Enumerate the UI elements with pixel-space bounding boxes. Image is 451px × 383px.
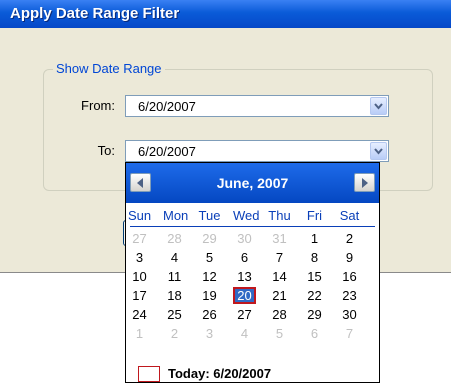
calendar-day[interactable]: 6 <box>303 325 326 342</box>
calendar-day[interactable]: 24 <box>128 306 151 323</box>
calendar-day[interactable]: 7 <box>268 249 291 266</box>
day-of-week-sat: Sat <box>339 208 360 223</box>
calendar-day[interactable]: 5 <box>198 249 221 266</box>
calendar-day[interactable]: 25 <box>163 306 186 323</box>
calendar-header: June, 2007 <box>126 163 379 203</box>
to-date-combo[interactable]: 6/20/2007 <box>125 140 389 162</box>
calendar-day[interactable]: 22 <box>303 287 326 304</box>
month-title: June, 2007 <box>216 175 289 191</box>
day-of-week-mon: Mon <box>163 208 189 223</box>
calendar-day[interactable]: 4 <box>233 325 256 342</box>
prev-month-button[interactable] <box>130 173 151 192</box>
calendar-day[interactable]: 28 <box>163 230 186 247</box>
calendar-day[interactable]: 30 <box>233 230 256 247</box>
triangle-left-icon <box>137 178 143 188</box>
window-title: Apply Date Range Filter <box>10 5 180 22</box>
day-of-week-tue: Tue <box>198 208 221 223</box>
calendar-day[interactable]: 2 <box>163 325 186 342</box>
calendar-day[interactable]: 2 <box>338 230 361 247</box>
day-of-week-fri: Fri <box>306 208 323 223</box>
calendar-day[interactable]: 30 <box>338 306 361 323</box>
calendar-day[interactable]: 1 <box>128 325 151 342</box>
calendar-day[interactable]: 27 <box>233 306 256 323</box>
calendar-day[interactable]: 12 <box>198 268 221 285</box>
day-of-week-thu: Thu <box>268 208 291 223</box>
calendar-day[interactable]: 6 <box>233 249 256 266</box>
calendar-day[interactable]: 31 <box>268 230 291 247</box>
calendar-popup: June, 2007 Sun Mon Tue Wed Thu Fri Sat 27 28 29 3… <box>125 162 380 383</box>
calendar-day[interactable]: 9 <box>338 249 361 266</box>
day-of-week-wed: Wed <box>233 208 260 223</box>
to-date-value: 6/20/2007 <box>138 144 196 159</box>
calendar-day[interactable]: 11 <box>163 268 186 285</box>
calendar-day[interactable]: 4 <box>163 249 186 266</box>
calendar-day[interactable]: 1 <box>303 230 326 247</box>
calendar-day[interactable]: 19 <box>198 287 221 304</box>
today-marker <box>138 366 160 382</box>
calendar-day[interactable]: 23 <box>338 287 361 304</box>
calendar-day[interactable]: 15 <box>303 268 326 285</box>
calendar-day[interactable]: 27 <box>128 230 151 247</box>
calendar-day[interactable]: 10 <box>128 268 151 285</box>
calendar-day[interactable]: 18 <box>163 287 186 304</box>
calendar-day[interactable]: 3 <box>128 249 151 266</box>
calendar-day[interactable]: 16 <box>338 268 361 285</box>
calendar-day[interactable]: 13 <box>233 268 256 285</box>
to-label: To: <box>97 143 115 158</box>
from-dropdown-button[interactable] <box>370 97 387 115</box>
calendar-day[interactable]: 14 <box>268 268 291 285</box>
calendar-day[interactable]: 17 <box>128 287 151 304</box>
next-month-button[interactable] <box>354 173 375 192</box>
calendar-day[interactable]: 7 <box>338 325 361 342</box>
calendar-day[interactable]: 3 <box>198 325 221 342</box>
triangle-right-icon <box>362 178 368 188</box>
today-link[interactable]: Today: 6/20/2007 <box>168 366 271 381</box>
calendar-day[interactable]: 28 <box>268 306 291 323</box>
chevron-down-icon <box>374 103 383 110</box>
calendar-day[interactable]: 20 <box>233 287 256 304</box>
calendar-day[interactable]: 29 <box>303 306 326 323</box>
day-of-week-sun: Sun <box>128 208 152 223</box>
group-label: Show Date Range <box>53 61 165 76</box>
calendar-day[interactable]: 29 <box>198 230 221 247</box>
calendar-day[interactable]: 8 <box>303 249 326 266</box>
title-bar[interactable]: Apply Date Range Filter <box>0 0 451 28</box>
from-label: From: <box>81 98 115 113</box>
calendar-day[interactable]: 21 <box>268 287 291 304</box>
to-dropdown-button[interactable] <box>370 142 387 160</box>
chevron-down-icon <box>374 148 383 155</box>
from-date-value: 6/20/2007 <box>138 99 196 114</box>
calendar-day[interactable]: 5 <box>268 325 291 342</box>
day-of-week-header: Sun Mon Tue Wed Thu Fri Sat <box>128 208 375 227</box>
from-date-combo[interactable]: 6/20/2007 <box>125 95 389 117</box>
calendar-day[interactable]: 26 <box>198 306 221 323</box>
